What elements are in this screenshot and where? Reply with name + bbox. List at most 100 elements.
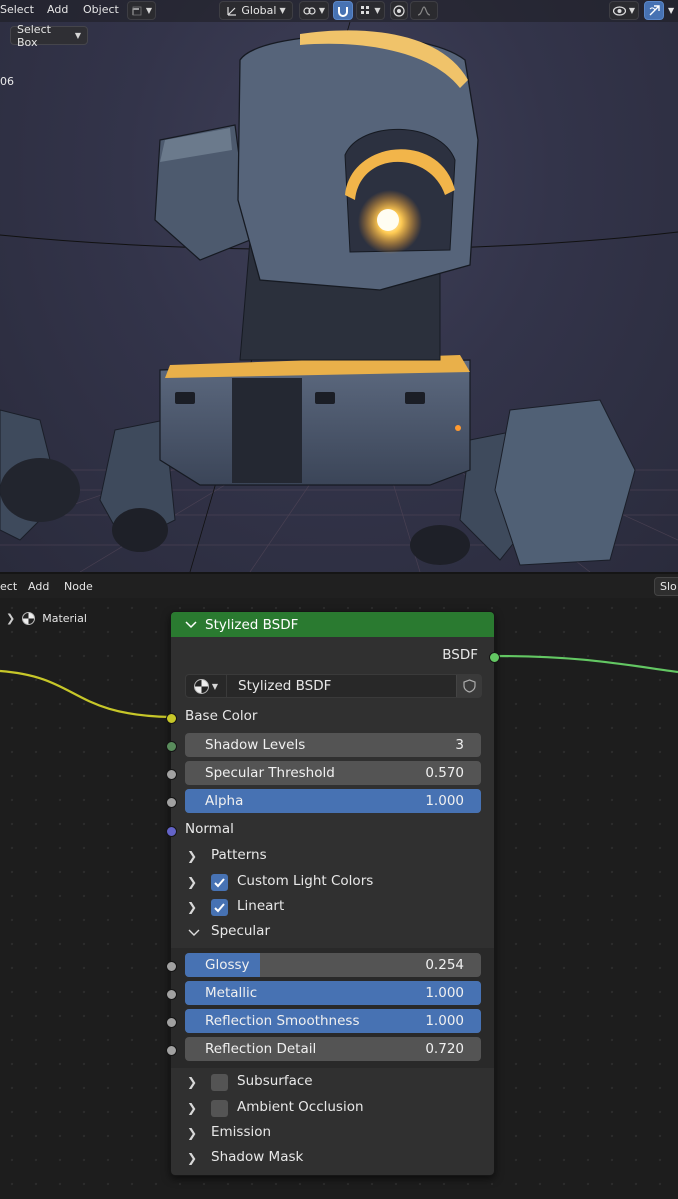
panel-emission[interactable]: Emission bbox=[211, 1124, 271, 1140]
reflection-detail-socket[interactable] bbox=[166, 1045, 177, 1056]
panel-subsurface[interactable]: Subsurface bbox=[237, 1073, 313, 1089]
specular-threshold-field[interactable]: Specular Threshold 0.570 bbox=[185, 761, 481, 785]
snap-icon bbox=[132, 6, 142, 15]
glossy-field[interactable]: Glossy 0.254 bbox=[185, 953, 481, 977]
panel-lineart[interactable]: Lineart bbox=[237, 898, 284, 914]
chevron-down-icon: ▼ bbox=[279, 6, 286, 15]
panel-shadow-mask[interactable]: Shadow Mask bbox=[211, 1149, 303, 1165]
metallic-socket[interactable] bbox=[166, 989, 177, 1000]
chevron-right-icon[interactable]: ❯ bbox=[187, 875, 197, 889]
visibility-dropdown[interactable]: ▼ bbox=[609, 1, 639, 20]
menu-add[interactable]: Add bbox=[28, 580, 49, 593]
reflection-smoothness-label: Reflection Smoothness bbox=[205, 1013, 360, 1029]
glossy-socket[interactable] bbox=[166, 961, 177, 972]
custom-light-colors-checkbox[interactable] bbox=[211, 874, 228, 891]
select-box-label: Select Box bbox=[17, 22, 51, 49]
orientation-label: Global bbox=[241, 4, 277, 17]
chevron-down-icon: ▼ bbox=[374, 6, 381, 15]
normal-label: Normal bbox=[185, 821, 234, 837]
bsdf-output-link bbox=[493, 654, 678, 674]
panel-patterns[interactable]: Patterns bbox=[211, 847, 267, 863]
stylized-bsdf-node[interactable]: Stylized BSDF BSDF ▼ Stylized BSDF Base … bbox=[166, 611, 500, 1176]
breadcrumb-material: Material bbox=[42, 612, 87, 625]
snap-toggle[interactable] bbox=[333, 1, 353, 20]
robot-render bbox=[0, 21, 678, 572]
material-sphere-icon bbox=[22, 612, 36, 625]
panel-custom-light-colors[interactable]: Custom Light Colors bbox=[237, 873, 373, 889]
checkmark-icon bbox=[214, 878, 225, 888]
chevron-right-icon[interactable]: ❯ bbox=[187, 849, 197, 863]
chevron-down-icon: ▼ bbox=[74, 31, 81, 40]
chevron-down-icon: ▼ bbox=[211, 681, 219, 691]
chevron-down-icon[interactable] bbox=[188, 929, 200, 937]
glossy-value: 0.254 bbox=[425, 957, 464, 973]
chevron-right-icon[interactable]: ❯ bbox=[187, 1075, 197, 1089]
normal-socket[interactable] bbox=[166, 826, 177, 837]
alpha-value: 1.000 bbox=[425, 793, 464, 809]
3d-viewport[interactable]: Select Add Object ▼ Global ▼ ▼ ▼ ▼ ▼ Sel… bbox=[0, 0, 678, 572]
chevron-down-icon: ▼ bbox=[628, 6, 636, 15]
menu-object[interactable]: Object bbox=[83, 3, 119, 16]
metallic-value: 1.000 bbox=[425, 985, 464, 1001]
lineart-checkbox[interactable] bbox=[211, 899, 228, 916]
eye-icon bbox=[612, 5, 626, 16]
proportional-edit-toggle[interactable] bbox=[390, 1, 408, 20]
specular-threshold-socket[interactable] bbox=[166, 769, 177, 780]
transform-orientation-dropdown[interactable]: Global ▼ bbox=[219, 1, 293, 20]
reflection-smoothness-value: 1.000 bbox=[425, 1013, 464, 1029]
menu-select[interactable]: ect bbox=[0, 580, 17, 593]
circle-dot-icon bbox=[393, 4, 405, 17]
chevron-right-icon[interactable]: ❯ bbox=[187, 1126, 197, 1140]
shadow-levels-field[interactable]: Shadow Levels 3 bbox=[185, 733, 481, 757]
breadcrumb: ❯ Material bbox=[6, 612, 87, 625]
reflection-detail-value: 0.720 bbox=[425, 1041, 464, 1057]
fake-user-button[interactable] bbox=[456, 675, 481, 697]
orientation-icon bbox=[227, 6, 237, 16]
snap-target-dropdown[interactable]: ▼ bbox=[356, 1, 385, 20]
alpha-label: Alpha bbox=[205, 793, 244, 809]
glossy-label: Glossy bbox=[205, 957, 250, 973]
checkmark-icon bbox=[214, 903, 225, 913]
output-bsdf-socket[interactable] bbox=[489, 652, 500, 663]
node-header[interactable]: Stylized BSDF bbox=[171, 612, 494, 637]
gizmo-icon bbox=[649, 5, 660, 16]
reflection-detail-label: Reflection Detail bbox=[205, 1041, 317, 1057]
select-box-dropdown[interactable]: Select Box ▼ bbox=[10, 23, 88, 49]
panel-ambient-occlusion[interactable]: Ambient Occlusion bbox=[237, 1099, 364, 1115]
alpha-socket[interactable] bbox=[166, 797, 177, 808]
menu-add[interactable]: Add bbox=[47, 3, 68, 16]
specular-threshold-label: Specular Threshold bbox=[205, 765, 335, 781]
reflection-smoothness-socket[interactable] bbox=[166, 1017, 177, 1028]
base-color-socket[interactable] bbox=[166, 713, 177, 724]
shader-node-editor[interactable]: ect Add Node Slo ❯ Material Stylized BSD… bbox=[0, 572, 678, 1199]
chevron-right-icon[interactable]: ❯ bbox=[6, 612, 15, 625]
falloff-curve-icon bbox=[417, 5, 431, 16]
panel-specular[interactable]: Specular bbox=[211, 923, 270, 939]
node-group-name[interactable]: Stylized BSDF bbox=[238, 678, 331, 694]
chevron-down-icon[interactable] bbox=[185, 620, 197, 629]
menu-select[interactable]: Select bbox=[0, 3, 34, 16]
subsurface-checkbox[interactable] bbox=[211, 1074, 228, 1091]
chevron-down-icon[interactable]: ▼ bbox=[668, 6, 674, 15]
base-color-label: Base Color bbox=[185, 708, 258, 724]
chevron-right-icon[interactable]: ❯ bbox=[187, 900, 197, 914]
node-editor-header: ect Add Node Slo bbox=[0, 572, 678, 598]
reflection-smoothness-field[interactable]: Reflection Smoothness 1.000 bbox=[185, 1009, 481, 1033]
pivot-dropdown[interactable]: ▼ bbox=[299, 1, 329, 20]
frame-number: 06 bbox=[0, 75, 14, 88]
node-group-selector[interactable]: ▼ Stylized BSDF bbox=[185, 674, 482, 698]
falloff-dropdown[interactable] bbox=[410, 1, 438, 20]
viewport-header: Select Add Object ▼ Global ▼ ▼ ▼ ▼ ▼ bbox=[0, 0, 678, 22]
snap-mode-dropdown[interactable]: ▼ bbox=[127, 1, 156, 20]
node-group-browse[interactable]: ▼ bbox=[186, 675, 227, 697]
metallic-field[interactable]: Metallic 1.000 bbox=[185, 981, 481, 1005]
reflection-detail-field[interactable]: Reflection Detail 0.720 bbox=[185, 1037, 481, 1061]
alpha-field[interactable]: Alpha 1.000 bbox=[185, 789, 481, 813]
ambient-occlusion-checkbox[interactable] bbox=[211, 1100, 228, 1117]
chevron-right-icon[interactable]: ❯ bbox=[187, 1151, 197, 1165]
shadow-levels-socket[interactable] bbox=[166, 741, 177, 752]
menu-node[interactable]: Node bbox=[64, 580, 93, 593]
chevron-right-icon[interactable]: ❯ bbox=[187, 1101, 197, 1115]
gizmo-toggle[interactable] bbox=[644, 1, 664, 20]
slot-dropdown[interactable]: Slo bbox=[654, 577, 678, 596]
